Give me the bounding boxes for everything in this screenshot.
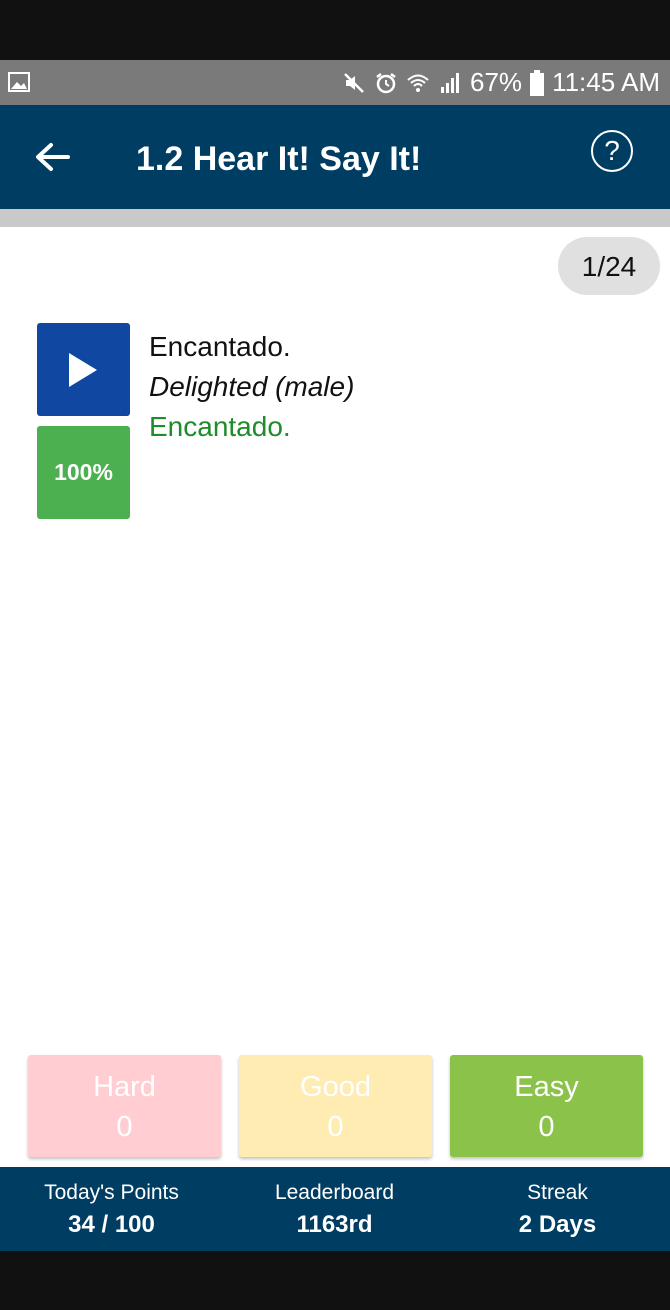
alarm-icon [376,72,396,93]
leaderboard-label: Leaderboard [274,1181,395,1204]
help-button[interactable]: ? [591,130,633,172]
battery-icon [530,69,545,96]
mute-icon [344,72,364,93]
phrase-response: Encantado. [149,411,291,442]
phrase-translation: Delighted (male) [149,371,355,402]
bottom-black-bar [0,1251,670,1310]
easy-count: 0 [538,1111,555,1143]
phrase-block: Encantado. Delighted (male) Encantado. [149,327,354,447]
leaderboard-stat[interactable]: Leaderboard 1163rd [223,1167,446,1251]
streak-value: 2 Days [518,1211,597,1238]
hard-count: 0 [116,1111,133,1143]
stats-footer: Today's Points 34 / 100 Leaderboard 1163… [0,1167,670,1251]
signal-icon [441,72,460,93]
easy-label: Easy [514,1071,579,1103]
app-bar: 1.2 Hear It! Say It! ? [0,105,670,209]
good-button[interactable]: Good 0 [239,1055,432,1157]
appbar-shadow [0,209,670,227]
todays-points-label: Today's Points [44,1181,179,1204]
clock: 11:45 AM [552,67,660,97]
streak-stat[interactable]: Streak 2 Days [446,1167,669,1251]
top-black-bar [0,0,670,60]
good-count: 0 [327,1111,344,1143]
wifi-icon [407,74,429,92]
progress-counter: 1/24 [558,237,660,295]
leaderboard-value: 1163rd [296,1211,373,1238]
good-label: Good [300,1071,371,1103]
play-audio-button[interactable] [37,323,130,416]
todays-points-value: 34 / 100 [68,1211,155,1238]
lesson-card: 1/24 100% Encantado. Delighted (male) En… [0,227,670,1167]
gallery-icon [8,72,30,92]
status-bar: 67% 11:45 AM [0,60,670,105]
rating-buttons: Hard 0 Good 0 Easy 0 [0,1055,670,1157]
todays-points-stat[interactable]: Today's Points 34 / 100 [0,1167,223,1251]
battery-percent: 67% [470,67,523,97]
score-badge[interactable]: 100% [37,426,130,519]
question-mark-icon: ? [604,135,620,166]
hard-button[interactable]: Hard 0 [28,1055,221,1157]
streak-label: Streak [527,1181,588,1204]
hard-label: Hard [93,1071,156,1103]
play-icon [69,353,97,387]
easy-button[interactable]: Easy 0 [450,1055,643,1157]
back-arrow-icon[interactable] [34,141,70,173]
page-title: 1.2 Hear It! Say It! [136,140,422,178]
phrase-spanish: Encantado. [149,331,291,362]
